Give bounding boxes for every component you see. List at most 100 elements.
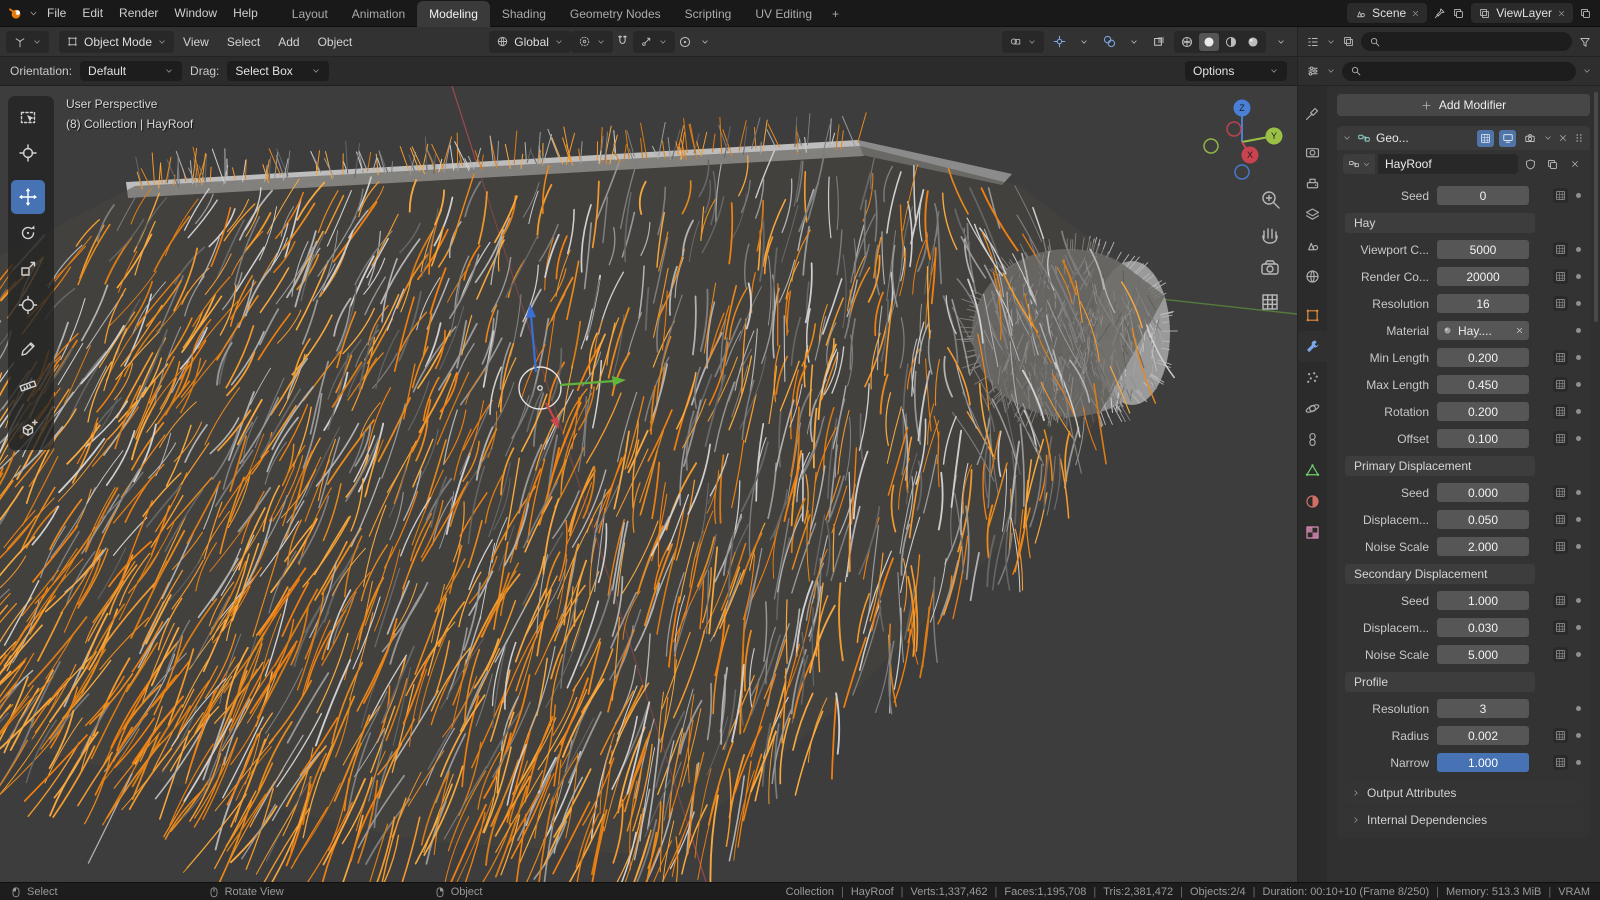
menu-render[interactable]: Render	[111, 0, 166, 26]
menu-help[interactable]: Help	[225, 0, 266, 26]
input-attribute-toggle[interactable]	[1553, 755, 1568, 770]
animate-decorator-dot[interactable]	[1576, 274, 1581, 279]
menu-file[interactable]: File	[39, 0, 74, 26]
menu-edit[interactable]: Edit	[74, 0, 111, 26]
snap-magnet-toggle[interactable]	[613, 32, 633, 52]
show-gizmos-toggle[interactable]	[1049, 32, 1069, 52]
modifier-header[interactable]: Geo...	[1337, 126, 1590, 150]
animate-decorator-dot[interactable]	[1576, 247, 1581, 252]
viewlayer-selector[interactable]: ViewLayer	[1471, 3, 1573, 23]
workspace-tab-uv-editing[interactable]: UV Editing	[743, 1, 824, 27]
number-field-render-co-[interactable]: 20000	[1437, 267, 1529, 286]
add-cube-tool-button[interactable]	[11, 412, 45, 446]
properties-tab-render[interactable]	[1298, 137, 1328, 168]
animate-decorator-dot[interactable]	[1576, 436, 1581, 441]
input-attribute-toggle[interactable]	[1553, 188, 1568, 203]
shading-wireframe-button[interactable]	[1177, 33, 1197, 51]
animate-decorator-dot[interactable]	[1576, 355, 1581, 360]
select-box-tool-button[interactable]	[11, 100, 45, 134]
menu-window[interactable]: Window	[166, 0, 225, 26]
workspace-tab-geometry-nodes[interactable]: Geometry Nodes	[558, 1, 673, 27]
properties-tab-object[interactable]	[1298, 300, 1328, 331]
blender-logo-icon[interactable]	[8, 5, 24, 21]
animate-decorator-dot[interactable]	[1576, 382, 1581, 387]
input-attribute-toggle[interactable]	[1553, 620, 1568, 635]
workspace-tab-layout[interactable]: Layout	[280, 1, 340, 27]
input-attribute-toggle[interactable]	[1553, 296, 1568, 311]
xray-toggle[interactable]	[1149, 32, 1169, 52]
rotate-tool-button[interactable]	[11, 216, 45, 250]
animate-decorator-dot[interactable]	[1576, 490, 1581, 495]
shading-dropdown[interactable]	[1271, 32, 1291, 52]
properties-tab-constraints[interactable]	[1298, 424, 1328, 455]
transform-tool-button[interactable]	[11, 288, 45, 322]
panel-section-secondary-displacement[interactable]: Secondary Displacement	[1345, 563, 1535, 584]
editor-properties-icon[interactable]	[1306, 64, 1320, 78]
move-tool-button[interactable]	[11, 180, 45, 214]
animate-decorator-dot[interactable]	[1576, 409, 1581, 414]
number-field-offset[interactable]: 0.100	[1437, 429, 1529, 448]
blender-menu-chevron-icon[interactable]	[28, 8, 39, 19]
number-field-resolution[interactable]: 3	[1437, 699, 1529, 718]
modifier-drag-handle[interactable]	[1573, 132, 1585, 144]
properties-tab-object-data[interactable]	[1298, 455, 1328, 486]
animate-decorator-dot[interactable]	[1576, 706, 1581, 711]
object-visibility-dropdown[interactable]	[1002, 30, 1044, 53]
workspace-tab-scripting[interactable]: Scripting	[673, 1, 744, 27]
add-workspace-button[interactable]: +	[824, 1, 847, 27]
outliner-search-input[interactable]	[1361, 32, 1572, 51]
gizmos-dropdown[interactable]	[1074, 32, 1094, 52]
animate-decorator-dot[interactable]	[1576, 193, 1581, 198]
browse-node-tree-button[interactable]	[1343, 154, 1375, 174]
number-field-seed[interactable]: 0	[1437, 186, 1529, 205]
animate-decorator-dot[interactable]	[1576, 328, 1581, 333]
input-attribute-toggle[interactable]	[1553, 431, 1568, 446]
drag-dropdown[interactable]: Select Box	[227, 61, 330, 81]
number-field-radius[interactable]: 0.002	[1437, 726, 1529, 745]
add-modifier-button[interactable]: Add Modifier	[1337, 94, 1590, 116]
scene-selector[interactable]: Scene	[1347, 3, 1428, 23]
viewlayer-unlink-icon[interactable]	[1557, 9, 1566, 18]
properties-tab-material[interactable]	[1298, 486, 1328, 517]
animate-decorator-dot[interactable]	[1576, 760, 1581, 765]
proportional-editing-toggle[interactable]	[675, 32, 695, 52]
overlays-dropdown[interactable]	[1124, 32, 1144, 52]
new-scene-icon[interactable]	[1452, 7, 1465, 20]
properties-tab-output[interactable]	[1298, 168, 1328, 199]
annotate-tool-button[interactable]	[11, 332, 45, 366]
input-attribute-toggle[interactable]	[1553, 728, 1568, 743]
node-tree-name-field[interactable]: HayRoof	[1378, 154, 1518, 174]
shading-material-button[interactable]	[1221, 33, 1241, 51]
pin-scene-icon[interactable]	[1433, 7, 1446, 20]
editor-outliner-icon[interactable]	[1306, 35, 1320, 49]
properties-tab-physics[interactable]	[1298, 393, 1328, 424]
unlink-tree-icon[interactable]	[1565, 154, 1584, 174]
mode-dropdown[interactable]: Object Mode	[59, 30, 175, 53]
number-field-displacem-[interactable]: 0.050	[1437, 510, 1529, 529]
show-overlays-toggle[interactable]	[1099, 32, 1119, 52]
input-attribute-toggle[interactable]	[1553, 485, 1568, 500]
collapsed-panel-internal-dependencies[interactable]: Internal Dependencies	[1345, 808, 1582, 832]
input-attribute-toggle[interactable]	[1553, 404, 1568, 419]
orientation-dropdown[interactable]: Default	[80, 61, 183, 81]
input-attribute-toggle[interactable]	[1553, 377, 1568, 392]
editor-type-button[interactable]	[6, 30, 49, 53]
modifier-close-icon[interactable]	[1558, 133, 1568, 143]
properties-tab-world[interactable]	[1298, 261, 1328, 292]
number-field-noise-scale[interactable]: 5.000	[1437, 645, 1529, 664]
animate-decorator-dot[interactable]	[1576, 652, 1581, 657]
scale-tool-button[interactable]	[11, 252, 45, 286]
transform-orientation-dropdown[interactable]: Global	[489, 30, 571, 53]
modifier-render-toggle[interactable]	[1521, 130, 1538, 147]
scrollbar[interactable]	[1594, 92, 1598, 322]
viewport-menu-add[interactable]: Add	[269, 35, 308, 49]
input-attribute-toggle[interactable]	[1553, 242, 1568, 257]
scene-unlink-icon[interactable]	[1411, 9, 1420, 18]
viewport-menu-object[interactable]: Object	[309, 35, 362, 49]
proportional-falloff-dropdown[interactable]	[695, 32, 715, 52]
number-field-rotation[interactable]: 0.200	[1437, 402, 1529, 421]
input-attribute-toggle[interactable]	[1553, 647, 1568, 662]
properties-filter-dropdown[interactable]	[1582, 66, 1592, 76]
shading-rendered-button[interactable]	[1243, 33, 1263, 51]
input-attribute-toggle[interactable]	[1553, 593, 1568, 608]
